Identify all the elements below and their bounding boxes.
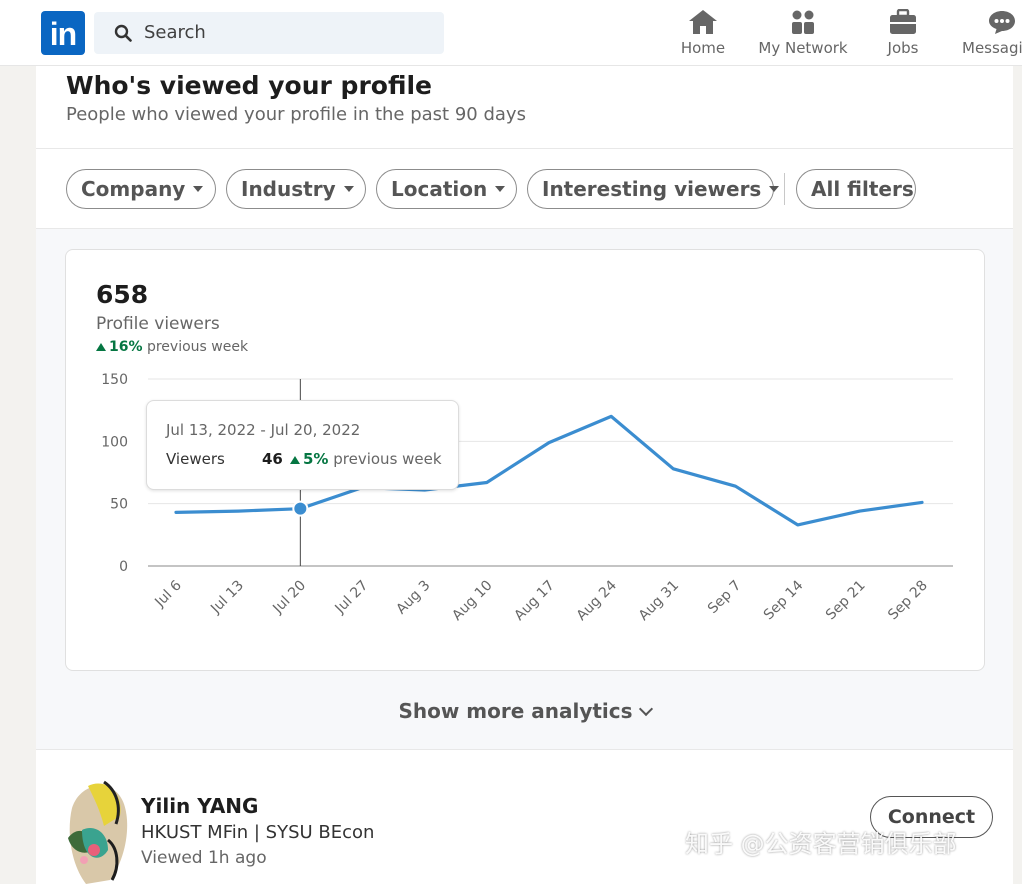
x-tick-label: Jul 13	[207, 578, 247, 618]
briefcase-icon	[889, 9, 917, 35]
page-title: Who's viewed your profile	[66, 71, 432, 100]
filter-location[interactable]: Location	[376, 169, 517, 209]
nav-messaging-label: Messaging	[962, 39, 1022, 57]
search-icon	[114, 24, 132, 42]
nav-my-network[interactable]: My Network	[757, 8, 849, 57]
filter-interesting-viewers-label: Interesting viewers	[542, 177, 761, 201]
viewer-time: Viewed 1h ago	[141, 848, 267, 868]
show-more-label: Show more analytics	[398, 699, 632, 723]
network-icon	[790, 9, 816, 35]
data-point	[545, 439, 553, 447]
profile-views-card: Who's viewed your profile People who vie…	[36, 66, 1013, 884]
chevron-down-icon	[638, 702, 652, 716]
tooltip-trend-percent: 5%	[303, 450, 328, 468]
search-input[interactable]: Search	[144, 22, 206, 43]
y-tick-label: 150	[101, 372, 128, 388]
nav-jobs-label: Jobs	[884, 39, 922, 57]
tooltip-trend: 5% previous week	[290, 450, 442, 468]
caret-down-icon	[495, 186, 505, 192]
y-tick-label: 0	[119, 559, 128, 575]
tooltip-trend-suffix: previous week	[333, 450, 441, 468]
nav-my-network-label: My Network	[757, 39, 849, 57]
y-tick-label: 100	[101, 434, 128, 450]
top-nav: in Search Home My Network	[0, 0, 1022, 66]
viewer-list-item[interactable]: Yilin YANG HKUST MFin | SYSU BEcon Viewe…	[36, 750, 1013, 884]
x-tick-label: Sep 28	[885, 578, 931, 624]
linkedin-logo[interactable]: in	[41, 11, 85, 55]
caret-down-icon	[193, 186, 203, 192]
filter-interesting-viewers[interactable]: Interesting viewers	[527, 169, 774, 209]
trend-up-icon	[290, 456, 300, 464]
filter-separator	[784, 173, 785, 205]
filter-all-label: All filters	[811, 177, 914, 201]
chart-card: 658 Profile viewers 16% previous week 05…	[65, 249, 985, 671]
x-tick-label: Aug 24	[574, 577, 620, 623]
data-point	[234, 507, 242, 515]
highlighted-point	[293, 502, 307, 516]
filter-all[interactable]: All filters	[796, 169, 916, 209]
show-more-analytics-button[interactable]: Show more analytics	[36, 699, 1013, 723]
data-point	[918, 498, 926, 506]
tooltip-date-range: Jul 13, 2022 - Jul 20, 2022	[166, 421, 360, 439]
filter-company[interactable]: Company	[66, 169, 216, 209]
x-tick-label: Aug 10	[449, 578, 495, 624]
tooltip-value: 46	[262, 450, 283, 468]
nav-messaging[interactable]: Messaging	[962, 8, 1022, 57]
data-point	[732, 482, 740, 490]
x-tick-label: Jul 20	[269, 578, 309, 618]
chart-tooltip: Jul 13, 2022 - Jul 20, 2022 Viewers 46 5…	[146, 400, 459, 490]
filter-industry[interactable]: Industry	[226, 169, 366, 209]
nav-jobs[interactable]: Jobs	[884, 8, 922, 57]
caret-down-icon	[769, 186, 779, 192]
filter-location-label: Location	[391, 177, 487, 201]
filter-company-label: Company	[81, 177, 185, 201]
analytics-area: 658 Profile viewers 16% previous week 05…	[36, 229, 1013, 749]
nav-home[interactable]: Home	[680, 8, 726, 57]
tooltip-label: Viewers	[166, 450, 225, 468]
data-point	[669, 465, 677, 473]
x-tick-label: Aug 17	[511, 578, 557, 624]
messaging-icon	[988, 9, 1016, 35]
caret-down-icon	[344, 186, 354, 192]
header-divider	[36, 148, 1013, 149]
data-point	[607, 412, 615, 420]
nav-home-label: Home	[680, 39, 726, 57]
data-point	[794, 521, 802, 529]
x-tick-label: Aug 3	[393, 578, 433, 618]
viewer-name[interactable]: Yilin YANG	[141, 794, 258, 818]
watermark: 知乎 @公资客营销俱乐部	[685, 824, 957, 859]
data-point	[483, 478, 491, 486]
viewer-headline: HKUST MFin | SYSU BEcon	[141, 822, 374, 843]
filter-industry-label: Industry	[241, 177, 336, 201]
data-point	[856, 507, 864, 515]
page-subtitle: People who viewed your profile in the pa…	[66, 104, 526, 125]
search-bar[interactable]: Search	[94, 12, 444, 54]
data-point	[172, 508, 180, 516]
home-icon	[688, 9, 718, 35]
x-tick-label: Aug 31	[636, 578, 682, 624]
x-tick-label: Sep 14	[761, 577, 807, 623]
avatar[interactable]	[64, 780, 128, 884]
x-tick-label: Jul 27	[332, 578, 372, 618]
y-tick-label: 50	[110, 497, 128, 513]
x-tick-label: Jul 6	[151, 577, 184, 610]
x-tick-label: Sep 7	[705, 578, 744, 617]
x-tick-label: Sep 21	[823, 578, 869, 624]
